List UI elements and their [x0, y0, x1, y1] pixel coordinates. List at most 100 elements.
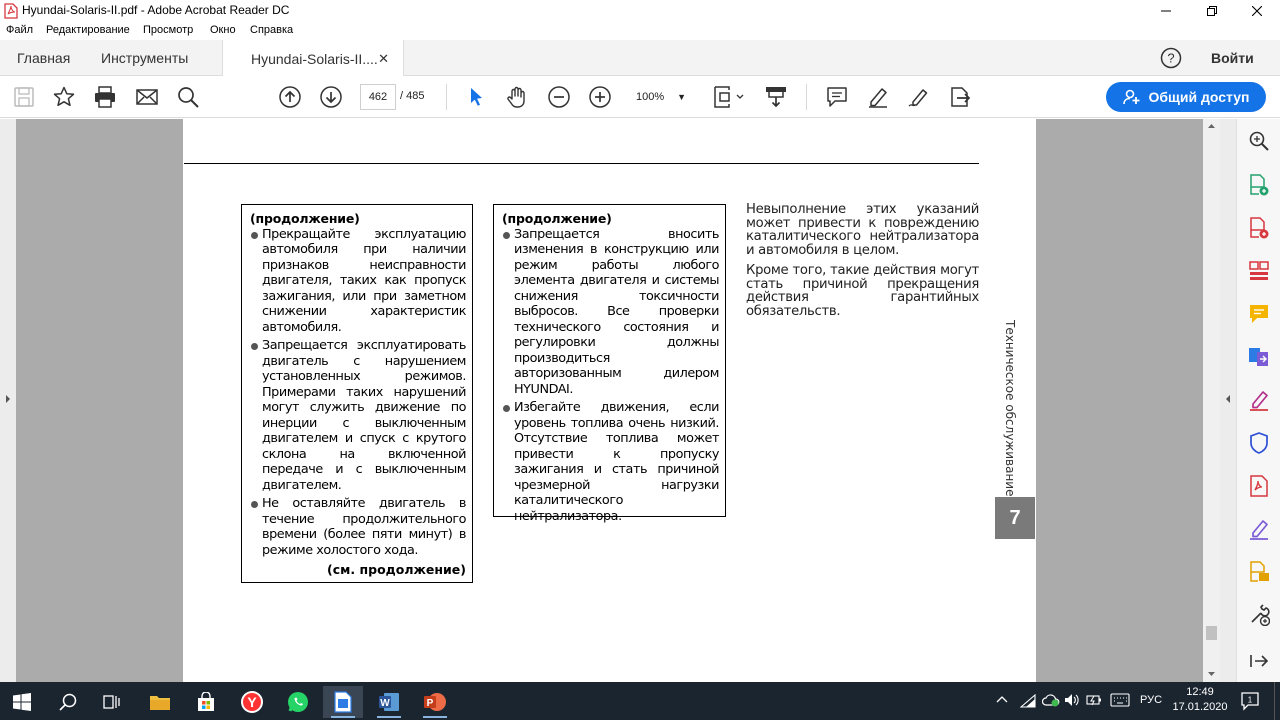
svg-text:Y: Y	[247, 694, 257, 710]
network-icon[interactable]	[1020, 694, 1036, 708]
vertical-scrollbar[interactable]	[1203, 119, 1220, 682]
request-signature-icon[interactable]	[1248, 518, 1270, 540]
system-clock[interactable]: 12:49 17.01.2020	[1170, 685, 1230, 715]
send-for-comments-icon[interactable]	[1248, 561, 1270, 583]
close-tab-icon[interactable]: ✕	[378, 51, 389, 67]
svg-text:W: W	[380, 698, 390, 709]
tab-document-label: Hyundai-Solaris-II....	[251, 50, 378, 67]
menu-view[interactable]: Просмотр	[143, 24, 193, 36]
windows-taskbar: Y W P РУС 12:49 17.01.2020 1	[0, 682, 1280, 720]
word-icon[interactable]: W	[369, 686, 409, 718]
share-button[interactable]: Общий доступ	[1106, 82, 1266, 112]
sign-icon[interactable]	[907, 85, 931, 109]
box-header: (продолжение)	[502, 211, 612, 226]
box-header: (продолжение)	[250, 211, 360, 226]
chapter-number-tab: 7	[995, 497, 1035, 539]
title-bar: Hyundai-Solaris-II.pdf - Adobe Acrobat R…	[0, 0, 1280, 22]
task-view-icon[interactable]	[92, 686, 132, 718]
organize-pages-icon[interactable]	[1248, 260, 1270, 282]
store-icon[interactable]	[186, 686, 226, 718]
acrobat-app-icon	[4, 3, 18, 19]
scroll-mode-icon[interactable]	[764, 85, 788, 109]
print-icon[interactable]	[93, 85, 117, 109]
input-language-indicator[interactable]: РУС	[1140, 694, 1162, 706]
continued-note: (см. продолжение)	[327, 562, 466, 577]
protect-shield-icon[interactable]	[1248, 432, 1270, 454]
notifications-icon[interactable]: 1	[1240, 691, 1260, 711]
paragraph: Невыполнение этих указаний может привест…	[746, 202, 979, 258]
toolbar-divider	[806, 84, 807, 110]
left-panel-toggle[interactable]	[0, 119, 16, 682]
comment-icon[interactable]	[825, 85, 849, 109]
cloud-sync-icon[interactable]	[1042, 693, 1060, 707]
svg-text:1: 1	[1248, 696, 1253, 705]
toolbar: 462 / 485 100% ▼ Общий доступ	[0, 76, 1280, 118]
close-window-button[interactable]	[1234, 0, 1280, 22]
show-hidden-icons-chevron-icon[interactable]	[996, 694, 1008, 704]
tab-document[interactable]: Hyundai-Solaris-II.... ✕	[222, 40, 404, 77]
hand-tool-icon[interactable]	[505, 85, 529, 109]
collapse-pane-icon[interactable]	[1248, 650, 1270, 672]
zoom-level-dropdown[interactable]: 100% ▼	[630, 84, 692, 110]
file-explorer-icon[interactable]	[140, 686, 180, 718]
body-text: Невыполнение этих указаний может привест…	[746, 203, 979, 325]
minimize-button[interactable]	[1143, 0, 1189, 22]
combine-files-icon[interactable]	[1248, 346, 1270, 368]
add-user-icon	[1122, 89, 1140, 105]
tab-home[interactable]: Главная	[17, 40, 70, 76]
find-search-icon[interactable]	[176, 85, 200, 109]
create-pdf-icon[interactable]	[1248, 217, 1270, 239]
sign-in-link[interactable]: Войти	[1211, 40, 1254, 76]
show-desktop-button[interactable]	[1274, 682, 1280, 720]
right-panel-collapse[interactable]	[1220, 119, 1236, 682]
list-item: Запрещается эксплуатировать двигатель с …	[250, 338, 466, 493]
acrobat-taskbar-icon[interactable]	[323, 686, 363, 718]
whatsapp-icon[interactable]	[278, 686, 318, 718]
save-icon[interactable]	[12, 85, 36, 109]
highlight-pen-icon[interactable]	[866, 85, 890, 109]
powerpoint-icon[interactable]: P	[415, 686, 455, 718]
tab-tools[interactable]: Инструменты	[101, 40, 188, 76]
acrobat-pdf-icon[interactable]	[1248, 475, 1270, 497]
next-page-icon[interactable]	[319, 85, 343, 109]
fit-page-icon[interactable]	[712, 85, 746, 109]
menu-window[interactable]: Окно	[210, 24, 236, 36]
zoom-out-icon[interactable]	[547, 85, 571, 109]
menu-file[interactable]: Файл	[6, 24, 33, 36]
list-item: Избегайте движения, если уровень топлива…	[502, 400, 719, 524]
volume-icon[interactable]	[1064, 693, 1080, 707]
menu-edit[interactable]: Редактирование	[46, 24, 130, 36]
export-pdf-icon[interactable]	[1248, 174, 1270, 196]
list-item: Не оставляйте двигатель в течение продол…	[250, 496, 466, 558]
window-title: Hyundai-Solaris-II.pdf - Adobe Acrobat R…	[22, 3, 290, 17]
scrollbar-thumb	[1206, 626, 1217, 640]
send-document-icon[interactable]	[948, 85, 972, 109]
menu-help[interactable]: Справка	[250, 24, 293, 36]
start-windows-icon[interactable]	[2, 686, 42, 718]
menu-bar: Файл Редактирование Просмотр Окно Справк…	[0, 22, 1280, 40]
restore-button[interactable]	[1189, 0, 1235, 22]
fill-sign-icon[interactable]	[1248, 389, 1270, 411]
pdf-page: (продолжение) Прекращайте эксплуатацию а…	[183, 119, 1036, 682]
section-side-label-text: Техническое обслуживание	[1003, 319, 1017, 497]
bookmark-star-icon[interactable]	[52, 85, 76, 109]
previous-page-icon[interactable]	[278, 85, 302, 109]
zoom-in-icon[interactable]	[588, 85, 612, 109]
svg-text:P: P	[427, 698, 434, 709]
battery-icon[interactable]	[1086, 693, 1102, 707]
yandex-browser-icon[interactable]: Y	[232, 686, 272, 718]
comment-tool-icon[interactable]	[1248, 303, 1270, 325]
keyboard-icon[interactable]	[1110, 693, 1130, 707]
toolbar-divider	[446, 84, 447, 110]
help-icon[interactable]: ?	[1160, 47, 1182, 69]
more-tools-icon[interactable]	[1248, 604, 1270, 626]
email-icon[interactable]	[135, 85, 159, 109]
zoom-level-value: 100%	[636, 91, 665, 103]
page-number-input[interactable]: 462	[360, 84, 396, 110]
search-icon[interactable]	[48, 686, 88, 718]
search-zoom-icon[interactable]	[1248, 130, 1270, 152]
list-item: Прекращайте эксплуатацию автомобиля при …	[250, 227, 466, 336]
paragraph: Кроме того, такие действия могут стать п…	[746, 263, 979, 319]
select-cursor-icon[interactable]	[464, 85, 488, 109]
clock-date: 17.01.2020	[1172, 701, 1228, 713]
